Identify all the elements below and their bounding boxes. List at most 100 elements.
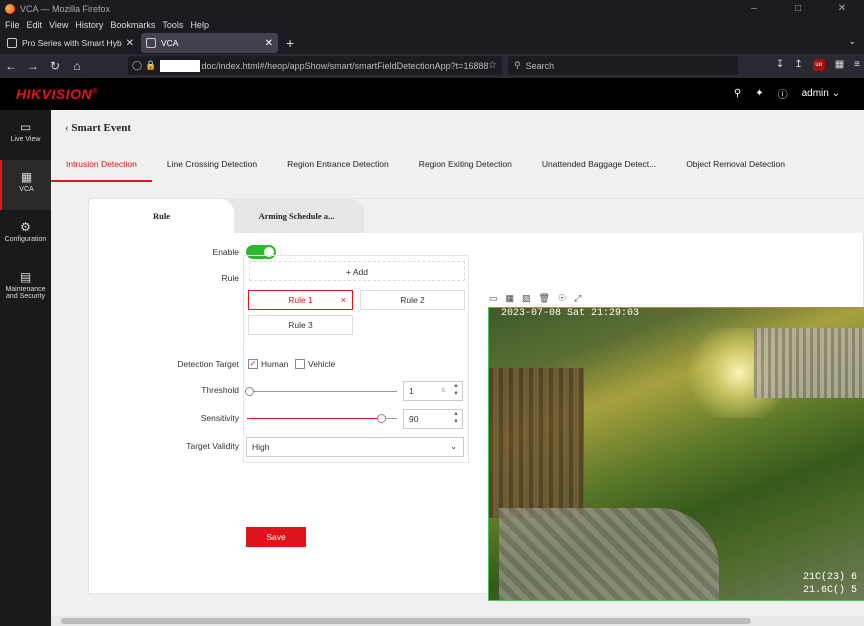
tab-region-exiting[interactable]: Region Exiting Detection <box>404 152 527 182</box>
header-actions: ⚲ ✦ ⓘ admin ⌄ <box>734 86 840 101</box>
browser-tab[interactable]: Pro Series with Smart Hybrid Li ✕ <box>2 33 139 53</box>
close-window-icon[interactable]: ✕ <box>820 0 864 18</box>
fullscreen-icon[interactable]: ⤢ <box>574 293 581 304</box>
tab-close-icon[interactable]: ✕ <box>265 38 273 49</box>
draw-area-icon[interactable]: ▭ <box>489 293 498 304</box>
overflow-menu-icon[interactable]: ≡ <box>854 59 860 71</box>
min-size-icon[interactable]: ▧ <box>522 293 531 304</box>
delete-icon[interactable]: 🗑 <box>539 293 550 304</box>
redacted-host <box>160 59 200 72</box>
menu-file[interactable]: File <box>5 20 20 30</box>
menu-help[interactable]: Help <box>190 20 209 30</box>
rule-item[interactable]: Rule 1 × <box>248 290 353 310</box>
delete-rule-icon[interactable]: × <box>341 291 346 310</box>
tab-favicon-icon <box>7 38 17 48</box>
list-tabs-icon[interactable]: ⌄ <box>848 36 856 47</box>
sidebar-item-configuration[interactable]: ⚙ Configuration <box>0 210 51 260</box>
monitor-icon: ▭ <box>19 120 32 134</box>
window-titlebar: VCA — Mozilla Firefox – □ ✕ <box>0 0 864 18</box>
firefox-icon <box>5 4 15 14</box>
search-icon: ⚲ <box>514 60 521 70</box>
gear-icon: ⚙ <box>20 220 31 234</box>
main-content: ‹ Smart Event Intrusion Detection Line C… <box>51 110 864 616</box>
sidebar-item-label: Configuration <box>4 236 47 243</box>
max-size-icon[interactable]: ▦ <box>506 293 515 304</box>
sidebar-item-vca[interactable]: ▦ VCA <box>0 160 51 210</box>
add-rule-button[interactable]: + Add <box>249 261 465 281</box>
menu-history[interactable]: History <box>75 20 103 30</box>
live-video[interactable]: 2023-07-08 Sat 21:29:03 21C(23) 6 21.6C(… <box>488 307 864 601</box>
maximize-icon[interactable]: □ <box>776 0 820 18</box>
detection-target-label: Detection Target <box>177 359 239 369</box>
extensions-icon[interactable]: ▦ <box>835 59 844 71</box>
enable-label: Enable <box>212 247 239 257</box>
sidebar-item-maintenance[interactable]: ▤ Maintenance and Security <box>0 260 51 310</box>
sidebar-item-label: Maintenance and Security <box>5 286 46 300</box>
spinner-icon[interactable]: ▲ ▼ <box>453 382 459 398</box>
tab-rule[interactable]: Rule <box>89 199 234 233</box>
threshold-slider-handle[interactable] <box>245 387 254 396</box>
chevron-left-icon[interactable]: ‹ <box>65 122 69 134</box>
target-validity-select[interactable]: High ⌄ <box>246 437 464 457</box>
tab-object-removal[interactable]: Object Removal Detection <box>671 152 800 182</box>
threshold-input[interactable]: 1 s ▲ ▼ <box>403 381 463 401</box>
download-icon[interactable]: ↧ <box>776 59 784 71</box>
hikvision-logo: HIKVISION® <box>16 86 98 102</box>
url-bar[interactable]: ◯ 🔒 doc/index.html#/heop/appShow/smart/s… <box>128 56 502 75</box>
upload-icon[interactable]: ↥ <box>794 59 802 71</box>
menu-tools[interactable]: Tools <box>162 20 183 30</box>
bookmark-star-icon[interactable]: ☆ <box>488 60 497 71</box>
menu-edit[interactable]: Edit <box>27 20 43 30</box>
breadcrumb[interactable]: ‹ Smart Event <box>65 122 131 134</box>
vehicle-checkbox[interactable]: Vehicle <box>295 359 335 369</box>
search-placeholder: Search <box>525 60 555 71</box>
shield-icon: ▤ <box>19 270 32 284</box>
reload-icon[interactable]: ↻ <box>44 59 66 73</box>
video-toolbar: ▭ ▦ ▧ 🗑 ☉ ⤢ <box>489 293 581 304</box>
threshold-label: Threshold <box>201 385 239 395</box>
sidebar: ▭ Live View ▦ VCA ⚙ Configuration ▤ Main… <box>0 110 51 626</box>
menu-bookmarks[interactable]: Bookmarks <box>110 20 155 30</box>
rule-item[interactable]: Rule 2 <box>360 290 465 310</box>
sensitivity-input[interactable]: 90 ▲ ▼ <box>403 409 463 429</box>
sub-tabs: Arming Schedule a... Rule <box>89 199 864 233</box>
menu-view[interactable]: View <box>49 20 68 30</box>
search-icon[interactable]: ⚲ <box>734 88 741 99</box>
tab-region-entrance[interactable]: Region Entrance Detection <box>272 152 404 182</box>
scrollbar-thumb[interactable] <box>61 618 751 624</box>
ublock-icon[interactable]: uo <box>812 59 825 71</box>
minimize-icon[interactable]: – <box>732 0 776 18</box>
home-icon[interactable]: ⌂ <box>66 59 88 73</box>
browser-tab-active[interactable]: VCA ✕ <box>141 33 278 53</box>
rule-item[interactable]: Rule 3 <box>248 315 353 335</box>
search-bar[interactable]: ⚲ Search <box>508 56 738 75</box>
capture-icon[interactable]: ☉ <box>558 293 566 304</box>
puzzle-icon[interactable]: ✦ <box>755 88 763 99</box>
page-title: Smart Event <box>71 122 131 134</box>
rule-label: Rule <box>221 273 239 283</box>
tab-intrusion-detection[interactable]: Intrusion Detection <box>51 152 152 182</box>
tab-close-icon[interactable]: ✕ <box>126 38 134 49</box>
info-icon[interactable]: ⓘ <box>778 86 788 101</box>
checkbox-checked-icon: ✓ <box>248 359 258 369</box>
sidebar-item-live-view[interactable]: ▭ Live View <box>0 110 51 160</box>
save-button[interactable]: Save <box>246 527 306 547</box>
forward-icon[interactable]: → <box>22 59 44 73</box>
horizontal-scrollbar[interactable] <box>51 616 864 626</box>
spinner-icon[interactable]: ▲ ▼ <box>453 410 459 426</box>
user-menu[interactable]: admin ⌄ <box>802 88 840 99</box>
new-tab-icon[interactable]: + <box>286 35 294 51</box>
human-checkbox[interactable]: ✓ Human <box>248 359 288 369</box>
tab-unattended-baggage[interactable]: Unattended Baggage Detect... <box>527 152 671 182</box>
tab-arming-schedule[interactable]: Arming Schedule a... <box>229 199 364 233</box>
tab-line-crossing[interactable]: Line Crossing Detection <box>152 152 272 182</box>
back-icon[interactable]: ← <box>0 59 22 73</box>
sidebar-item-label: Live View <box>10 136 41 143</box>
video-timestamp: 2023-07-08 Sat 21:29:03 <box>501 308 640 319</box>
threshold-slider[interactable] <box>249 391 397 392</box>
tab-label: VCA <box>161 38 179 48</box>
grid-icon: ▦ <box>20 170 33 184</box>
sensitivity-slider[interactable] <box>247 418 381 419</box>
sensitivity-slider-handle[interactable] <box>377 414 386 423</box>
menu-bar: File Edit View History Bookmarks Tools H… <box>0 18 864 32</box>
